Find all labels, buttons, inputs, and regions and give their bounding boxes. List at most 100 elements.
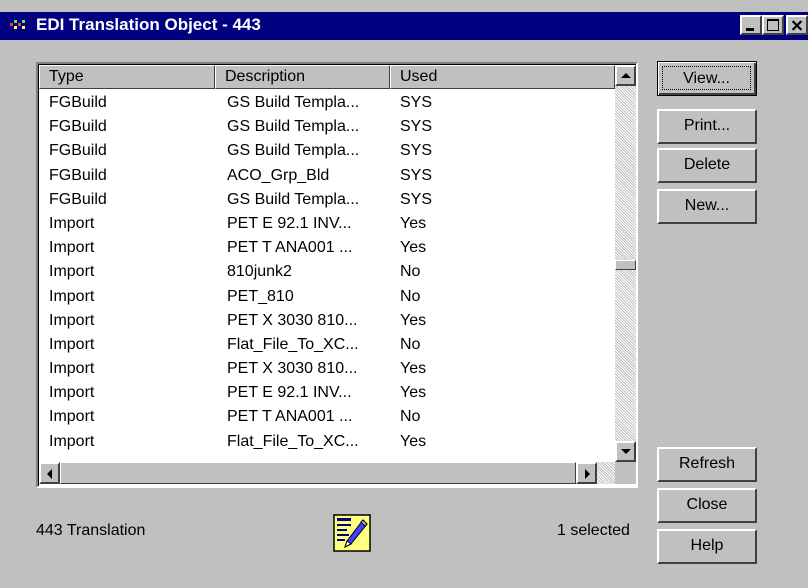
- arrow-down-icon: [621, 449, 631, 454]
- list-item-description: GS Build Templa...: [227, 142, 360, 160]
- horizontal-scroll-thumb[interactable]: [60, 462, 576, 484]
- list-item[interactable]: FGBuild ACO_Grp_Bld SYS: [39, 164, 615, 188]
- list-item-type: Import: [49, 311, 95, 329]
- list-item[interactable]: Import PET E 92.1 INV... Yes: [39, 212, 615, 236]
- window-title: EDI Translation Object - 443: [36, 15, 261, 34]
- list-item[interactable]: Import PET T ANA001 ... Yes: [39, 236, 615, 260]
- scroll-down-button[interactable]: [615, 441, 636, 462]
- close-dialog-button[interactable]: Close: [657, 488, 757, 523]
- arrow-left-icon: [47, 469, 52, 479]
- list-item-used: Yes: [400, 214, 427, 232]
- list-item[interactable]: FGBuild GS Build Templa... SYS: [39, 188, 615, 212]
- column-header-type[interactable]: Type: [39, 65, 215, 89]
- list-item[interactable]: Import 810junk2 No: [39, 260, 615, 284]
- notepad-pencil-icon[interactable]: [333, 514, 371, 552]
- list-item-type: Import: [49, 214, 95, 232]
- minimize-button[interactable]: [740, 15, 762, 35]
- refresh-button[interactable]: Refresh: [657, 447, 757, 482]
- new-button[interactable]: New...: [657, 189, 757, 224]
- list-item-description: PET_810: [227, 287, 294, 305]
- list-rows: FGBuild GS Build Templa... SYS FGBuild GS Bu…: [39, 91, 615, 454]
- arrow-right-icon: [585, 469, 590, 479]
- list-item-description: PET X 3030 810...: [227, 360, 358, 378]
- scroll-right-button[interactable]: [576, 462, 597, 484]
- list-item[interactable]: FGBuild GS Build Templa... SYS: [39, 91, 615, 115]
- list-item[interactable]: Import PET E 92.1 INV... Yes: [39, 381, 615, 405]
- list-item-description: PET E 92.1 INV...: [227, 384, 352, 402]
- list-item-description: ACO_Grp_Bld: [227, 166, 330, 184]
- list-item-type: Import: [49, 408, 95, 426]
- list-item[interactable]: Import PET_810 No: [39, 285, 615, 309]
- list-item[interactable]: Import Flat_File_To_XC... No: [39, 333, 615, 357]
- selection-count: 1 selected: [557, 522, 630, 539]
- minimize-icon: [746, 28, 754, 31]
- list-item-used: Yes: [400, 239, 427, 257]
- list-item-description: GS Build Templa...: [227, 94, 360, 111]
- list-item-used: SYS: [400, 94, 433, 111]
- list-item-type: FGBuild: [49, 166, 107, 184]
- list-item-used: Yes: [400, 432, 427, 450]
- list-item-used: Yes: [400, 384, 427, 402]
- list-item-used: SYS: [400, 142, 433, 160]
- column-header-description[interactable]: Description: [215, 65, 390, 89]
- list-item[interactable]: Import PET X 3030 810... Yes: [39, 357, 615, 381]
- scrollbar-corner: [615, 462, 636, 484]
- vertical-scroll-thumb[interactable]: [615, 260, 636, 270]
- maximize-icon: [767, 19, 779, 31]
- title-bar[interactable]: EDI Translation Object - 443: [0, 12, 808, 40]
- list-item-type: Import: [49, 432, 95, 450]
- list-item-type: Import: [49, 263, 95, 281]
- list-item-used: No: [400, 335, 421, 353]
- list-header: Type Description Used: [39, 65, 615, 89]
- list-item-used: Yes: [400, 360, 427, 378]
- scroll-left-button[interactable]: [39, 462, 60, 484]
- list-item-type: FGBuild: [49, 190, 107, 208]
- vertical-scrollbar[interactable]: [615, 65, 636, 462]
- list-item-used: No: [400, 408, 421, 426]
- list-item-type: Import: [49, 384, 95, 402]
- horizontal-scrollbar[interactable]: [39, 462, 615, 484]
- list-item-type: Import: [49, 239, 95, 257]
- list-item-description: PET T ANA001 ...: [227, 239, 353, 257]
- delete-button[interactable]: Delete: [657, 148, 757, 183]
- list-item[interactable]: Import PET T ANA001 ... No: [39, 405, 615, 429]
- edi-app-icon: [10, 20, 25, 29]
- list-item-used: No: [400, 263, 421, 281]
- view-button[interactable]: View...: [657, 61, 757, 96]
- list-item-type: Import: [49, 335, 95, 353]
- list-item-type: FGBuild: [49, 94, 107, 111]
- list-item-used: SYS: [400, 190, 433, 208]
- list-item[interactable]: Import PET X 3030 810... Yes: [39, 309, 615, 333]
- translation-list[interactable]: Type Description Used FGBuild GS Build Te…: [36, 62, 638, 488]
- arrow-up-icon: [621, 73, 631, 78]
- list-item[interactable]: Import Flat_File_To_XC... Yes: [39, 430, 615, 454]
- list-item[interactable]: FGBuild GS Build Templa... SYS: [39, 139, 615, 163]
- column-header-used[interactable]: Used: [390, 65, 615, 89]
- list-item-type: Import: [49, 360, 95, 378]
- list-item-description: Flat_File_To_XC...: [227, 335, 359, 353]
- translation-count: 443 Translation: [36, 522, 146, 539]
- close-button[interactable]: [786, 15, 808, 35]
- list-item-used: Yes: [400, 311, 427, 329]
- print-button[interactable]: Print...: [657, 109, 757, 144]
- list-item-description: GS Build Templa...: [227, 190, 360, 208]
- scroll-up-button[interactable]: [615, 65, 636, 86]
- list-item-description: GS Build Templa...: [227, 118, 360, 136]
- close-icon: [791, 20, 803, 31]
- list-item[interactable]: FGBuild GS Build Templa... SYS: [39, 115, 615, 139]
- maximize-button[interactable]: [762, 15, 784, 35]
- list-item-description: PET X 3030 810...: [227, 311, 358, 329]
- list-item-used: SYS: [400, 118, 433, 136]
- view-button-label: View...: [662, 66, 751, 90]
- list-item-type: FGBuild: [49, 142, 107, 160]
- list-item-description: 810junk2: [227, 263, 292, 281]
- list-item-type: Import: [49, 287, 95, 305]
- help-button[interactable]: Help: [657, 529, 757, 564]
- list-item-type: FGBuild: [49, 118, 107, 136]
- edi-translation-window: EDI Translation Object - 443 Type Descri…: [0, 0, 808, 588]
- list-item-description: PET T ANA001 ...: [227, 408, 353, 426]
- list-item-used: No: [400, 287, 421, 305]
- list-item-used: SYS: [400, 166, 433, 184]
- list-item-description: Flat_File_To_XC...: [227, 432, 359, 450]
- list-item-description: PET E 92.1 INV...: [227, 214, 352, 232]
